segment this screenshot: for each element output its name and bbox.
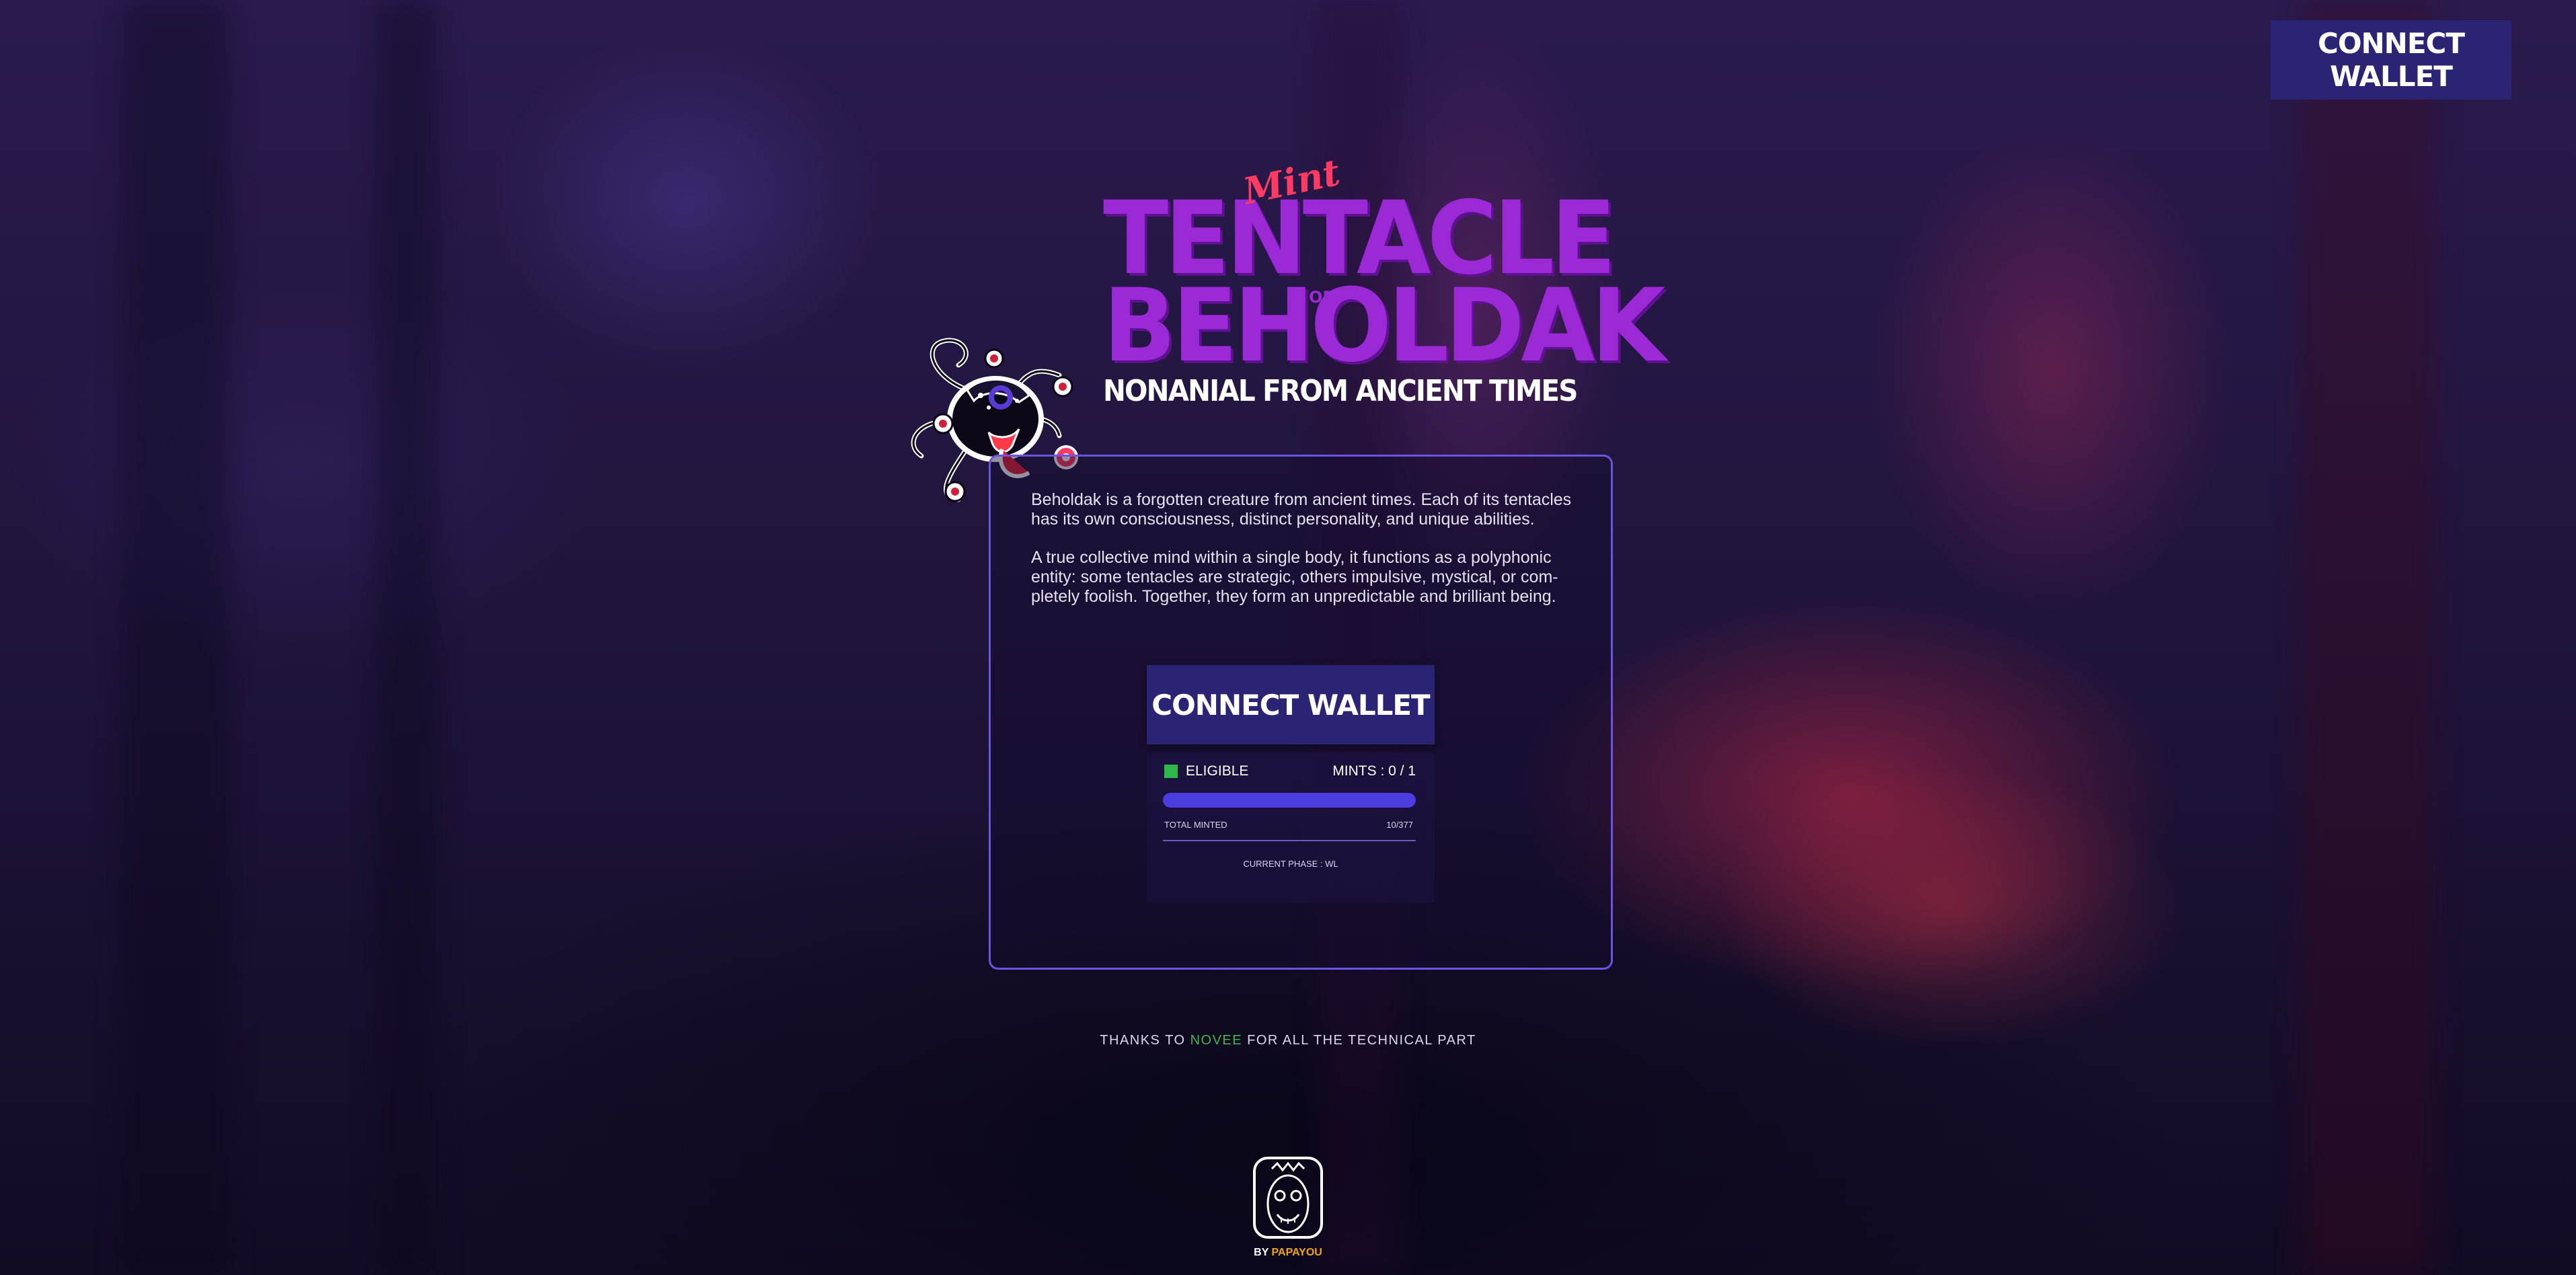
mint-progress-fill bbox=[1163, 793, 1416, 808]
eligibility-label: ELIGIBLE bbox=[1186, 763, 1249, 779]
header-connect-wallet-button[interactable]: CONNECT WALLET bbox=[2271, 20, 2511, 100]
eligibility-status: ELIGIBLE bbox=[1164, 763, 1248, 779]
mint-status-card: ELIGIBLE MINTS : 0 / 1 TOTAL MINTED 10/3… bbox=[1147, 752, 1435, 903]
eligible-indicator-icon bbox=[1164, 765, 1178, 778]
papayou-mask-icon[interactable] bbox=[1252, 1155, 1324, 1240]
title-logo: TENTACLE BEHOLDAK OF Mint NONANIAL FROM … bbox=[1096, 151, 1665, 417]
description-paragraph-2: A true collective mind within a single b… bbox=[1031, 548, 1558, 606]
logo-of: OF bbox=[1309, 288, 1334, 307]
background-shadow bbox=[377, 0, 437, 1275]
background-shadow bbox=[121, 0, 229, 1275]
description-paragraph-1: Beholdak is a forgotten creature from an… bbox=[1031, 490, 1572, 529]
description: Beholdak is a forgotten creature from an… bbox=[1031, 490, 1583, 625]
novee-link[interactable]: NOVEE bbox=[1190, 1033, 1243, 1048]
mint-progress-bar bbox=[1163, 793, 1416, 808]
divider bbox=[1163, 840, 1416, 841]
thanks-prefix: THANKS TO bbox=[1100, 1033, 1186, 1048]
current-phase: CURRENT PHASE : WL bbox=[1243, 859, 1338, 869]
logo-subtitle: NONANIAL FROM ANCIENT TIMES bbox=[1103, 374, 1578, 408]
credits-text: THANKS TO NOVEE FOR ALL THE TECHNICAL PA… bbox=[0, 1033, 2576, 1048]
mint-panel: Beholdak is a forgotten creature from an… bbox=[989, 455, 1613, 970]
connect-wallet-button[interactable]: CONNECT WALLET bbox=[1147, 665, 1435, 744]
logo-title-line2: BEHOLDAK bbox=[1103, 268, 1665, 385]
by-prefix: BY bbox=[1254, 1247, 1269, 1258]
thanks-suffix: FOR ALL THE TECHNICAL PART bbox=[1247, 1033, 1476, 1048]
background-shadow bbox=[2300, 0, 2435, 1275]
author-credit: BY PAPAYOU bbox=[0, 1247, 2576, 1259]
mints-count: MINTS : 0 / 1 bbox=[1332, 763, 1416, 779]
total-minted-value: 10/377 bbox=[1386, 820, 1413, 830]
total-minted-label: TOTAL MINTED bbox=[1164, 820, 1227, 830]
papayou-link[interactable]: PAPAYOU bbox=[1272, 1247, 1322, 1258]
